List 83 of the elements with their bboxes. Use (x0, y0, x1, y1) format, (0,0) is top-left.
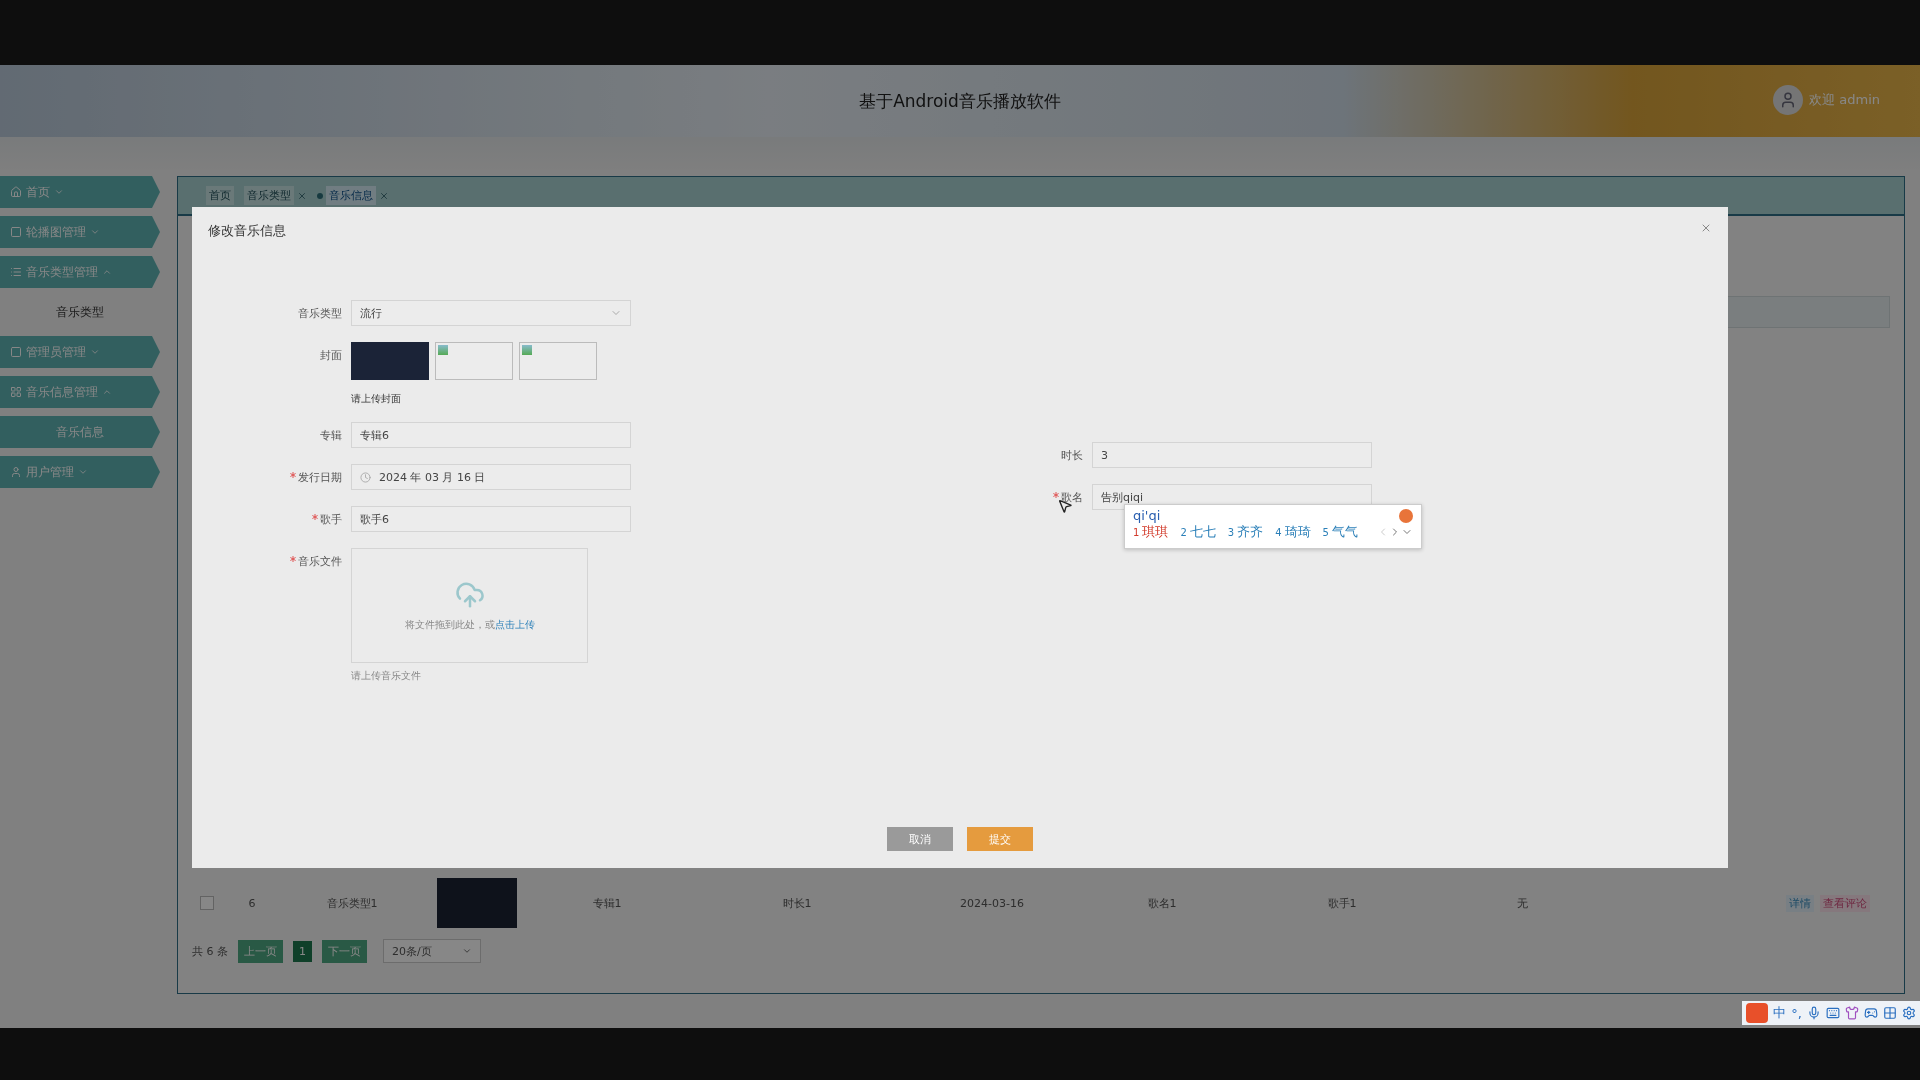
cloud-upload-icon (454, 579, 485, 610)
ime-candidate[interactable]: 3 齐齐 (1227, 523, 1264, 541)
field-label: 音乐文件 (298, 554, 342, 569)
home-icon (10, 186, 22, 198)
list-icon (10, 266, 22, 278)
field-label: 时长 (1061, 448, 1083, 463)
dialog-title: 修改音乐信息 (208, 222, 286, 240)
sidebar-item[interactable]: 音乐信息管理 (0, 376, 160, 408)
close-button[interactable] (1700, 222, 1712, 234)
upload-link[interactable]: 点击上传 (494, 618, 535, 630)
table-cell-text: 无 (1515, 895, 1529, 911)
table-cell-text: 时长1 (781, 895, 813, 911)
page-size-select[interactable]: 20条/页 (383, 939, 481, 963)
table-cell-text: 音乐类型1 (325, 895, 379, 911)
sidebar-item[interactable]: 轮播图管理 (0, 216, 160, 248)
sidebar-label: 轮播图管理 (26, 223, 86, 241)
sidebar-item[interactable]: 管理员管理 (0, 336, 160, 368)
square-icon (10, 226, 22, 238)
ime-logo-icon (1399, 508, 1413, 523)
page-tab[interactable]: 音乐类型 (244, 186, 294, 205)
grid-icon (10, 386, 22, 398)
close-icon (1700, 222, 1712, 234)
upload-dropzone[interactable]: 将文件拖到此处，或点击上传 (351, 548, 588, 663)
grid-icon[interactable] (1883, 1006, 1897, 1020)
sidebar-label: 音乐类型管理 (26, 263, 98, 281)
table-cell-text: 歌名1 (1146, 895, 1178, 911)
sidebar-subitem[interactable]: 音乐类型 (0, 296, 160, 328)
sidebar-subitem[interactable]: 音乐信息 (0, 416, 160, 448)
page-number-button[interactable]: 1 (293, 940, 312, 962)
submit-button[interactable]: 提交 (967, 827, 1033, 851)
date-field[interactable]: 2024 年 03 月 16 日 (351, 464, 631, 490)
ime-candidate[interactable]: 1 琪琪 (1133, 523, 1169, 541)
field-label: 歌名 (1061, 490, 1083, 505)
type-select[interactable]: 流行 (351, 300, 631, 326)
sidebar-label: 音乐信息管理 (26, 383, 98, 401)
action-link[interactable]: 查看评论 (1820, 894, 1870, 912)
ime-candidate[interactable]: 4 琦琦 (1275, 523, 1311, 541)
total-count: 共 6 条 (192, 943, 228, 959)
field-label: 专辑 (320, 428, 342, 443)
ime-mode[interactable]: 中 (1773, 1004, 1787, 1022)
settings-icon[interactable] (1902, 1006, 1916, 1020)
input-field[interactable]: 歌手6 (351, 506, 631, 532)
close-icon[interactable] (379, 190, 389, 201)
square-icon (10, 346, 22, 358)
sidebar-item[interactable]: 用户管理 (0, 456, 160, 488)
clock-icon (360, 471, 371, 483)
user-icon (10, 466, 22, 478)
ime-composition: qi'qi (1133, 508, 1161, 523)
gamepad-icon[interactable] (1864, 1006, 1878, 1020)
chevron-down-icon (462, 946, 472, 956)
ime-punctuation[interactable]: °, (1791, 1005, 1802, 1021)
cancel-button[interactable]: 取消 (887, 827, 953, 851)
ime-candidate[interactable]: 5 气气 (1322, 523, 1358, 541)
field-label: 封面 (320, 348, 342, 363)
table-cell-text: 2024-03-16 (959, 896, 1025, 910)
field-label: 发行日期 (298, 470, 342, 485)
table-cell-text: 歌手1 (1326, 895, 1358, 911)
field-label: 音乐类型 (298, 306, 342, 321)
sidebar-label: 用户管理 (26, 463, 74, 481)
dropzone-text: 将文件拖到此处，或点击上传 (404, 617, 535, 632)
row-checkbox[interactable] (200, 896, 214, 910)
table-cell-text: 专辑1 (591, 895, 623, 911)
page-tab[interactable]: 音乐信息 (326, 186, 376, 205)
table-cell-text: 6 (247, 896, 257, 910)
ime-logo-icon[interactable] (1746, 1003, 1769, 1023)
ime-candidate[interactable]: 2 七七 (1180, 523, 1216, 541)
sidebar-label: 管理员管理 (26, 343, 86, 361)
field-label: 歌手 (320, 512, 342, 527)
close-icon[interactable] (297, 190, 307, 201)
page-tab[interactable]: 首页 (206, 186, 234, 205)
welcome-text: 欢迎 admin (1809, 91, 1880, 109)
sidebar-item[interactable]: 音乐类型管理 (0, 256, 160, 288)
microphone-icon[interactable] (1807, 1006, 1821, 1020)
action-link[interactable]: 详情 (1786, 894, 1814, 912)
upload-hint: 请上传音乐文件 (351, 669, 422, 683)
input-field[interactable]: 专辑6 (351, 422, 631, 448)
upload-hint: 请上传封面 (351, 392, 402, 406)
sidebar-item[interactable]: 首页 (0, 176, 160, 208)
sidebar-label: 首页 (26, 183, 50, 201)
input-field[interactable]: 3 (1092, 442, 1372, 468)
keyboard-icon[interactable] (1826, 1006, 1840, 1020)
app-title: 基于Android音乐播放软件 (859, 89, 1061, 113)
shirt-icon[interactable] (1845, 1006, 1859, 1020)
